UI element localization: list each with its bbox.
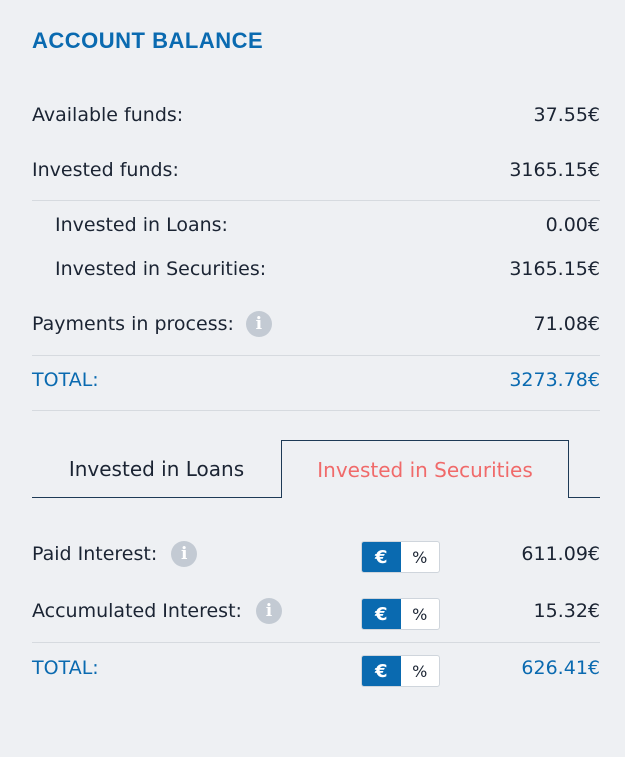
divider — [32, 200, 600, 201]
paid-interest-row: Paid Interest: i 611.09€ — [32, 527, 600, 581]
paid-interest-unit-toggle: € % — [361, 541, 440, 573]
accumulated-interest-label: Accumulated Interest: — [32, 600, 242, 622]
info-icon[interactable]: i — [255, 598, 282, 624]
tab-invested-in-loans[interactable]: Invested in Loans — [32, 440, 281, 498]
info-icon[interactable]: i — [171, 541, 198, 567]
euro-toggle-button[interactable]: € — [362, 599, 401, 629]
payments-in-process-value: 71.08€ — [533, 313, 600, 335]
paid-interest-label: Paid Interest: — [32, 543, 158, 565]
interest-total-value: 626.41€ — [521, 657, 600, 679]
invested-in-securities-value: 3165.15€ — [509, 258, 600, 280]
payments-in-process-label: Payments in process: — [32, 313, 234, 335]
percent-toggle-button[interactable]: % — [401, 599, 440, 629]
percent-toggle-button[interactable]: % — [401, 542, 440, 572]
payments-in-process-row: Payments in process: i 71.08€ — [32, 297, 600, 351]
accumulated-interest-value: 15.32€ — [533, 600, 600, 622]
interest-total-label: TOTAL: — [32, 657, 99, 679]
available-funds-value: 37.55€ — [533, 104, 600, 126]
invested-in-loans-value: 0.00€ — [545, 214, 600, 236]
available-funds-label: Available funds: — [32, 104, 184, 126]
interest-total-unit-toggle: € % — [361, 655, 440, 687]
balance-total-row: TOTAL: 3273.78€ — [32, 353, 600, 407]
page-title: ACCOUNT BALANCE — [32, 28, 264, 53]
invested-funds-value: 3165.15€ — [509, 159, 600, 181]
percent-toggle-button[interactable]: % — [401, 656, 440, 686]
accumulated-interest-unit-toggle: € % — [361, 598, 440, 630]
euro-toggle-button[interactable]: € — [362, 542, 401, 572]
info-icon[interactable]: i — [245, 311, 272, 337]
balance-total-label: TOTAL: — [32, 369, 99, 391]
invested-in-securities-row: Invested in Securities: 3165.15€ — [55, 247, 600, 291]
investment-tabs: Invested in Loans Invested in Securities — [32, 440, 600, 498]
invested-in-loans-row: Invested in Loans: 0.00€ — [55, 203, 600, 247]
account-balance-panel: ACCOUNT BALANCE Available funds: 37.55€ … — [0, 0, 625, 757]
invested-funds-label: Invested funds: — [32, 159, 179, 181]
invested-in-securities-label: Invested in Securities: — [55, 258, 267, 280]
divider — [32, 410, 600, 411]
invested-in-loans-label: Invested in Loans: — [55, 214, 228, 236]
available-funds-row: Available funds: 37.55€ — [32, 88, 600, 142]
tab-invested-in-securities[interactable]: Invested in Securities — [281, 440, 569, 498]
euro-toggle-button[interactable]: € — [362, 656, 401, 686]
balance-total-value: 3273.78€ — [509, 369, 600, 391]
paid-interest-value: 611.09€ — [521, 543, 600, 565]
interest-total-row: TOTAL: 626.41€ — [32, 641, 600, 695]
accumulated-interest-row: Accumulated Interest: i 15.32€ — [32, 584, 600, 638]
invested-funds-row: Invested funds: 3165.15€ — [32, 143, 600, 197]
